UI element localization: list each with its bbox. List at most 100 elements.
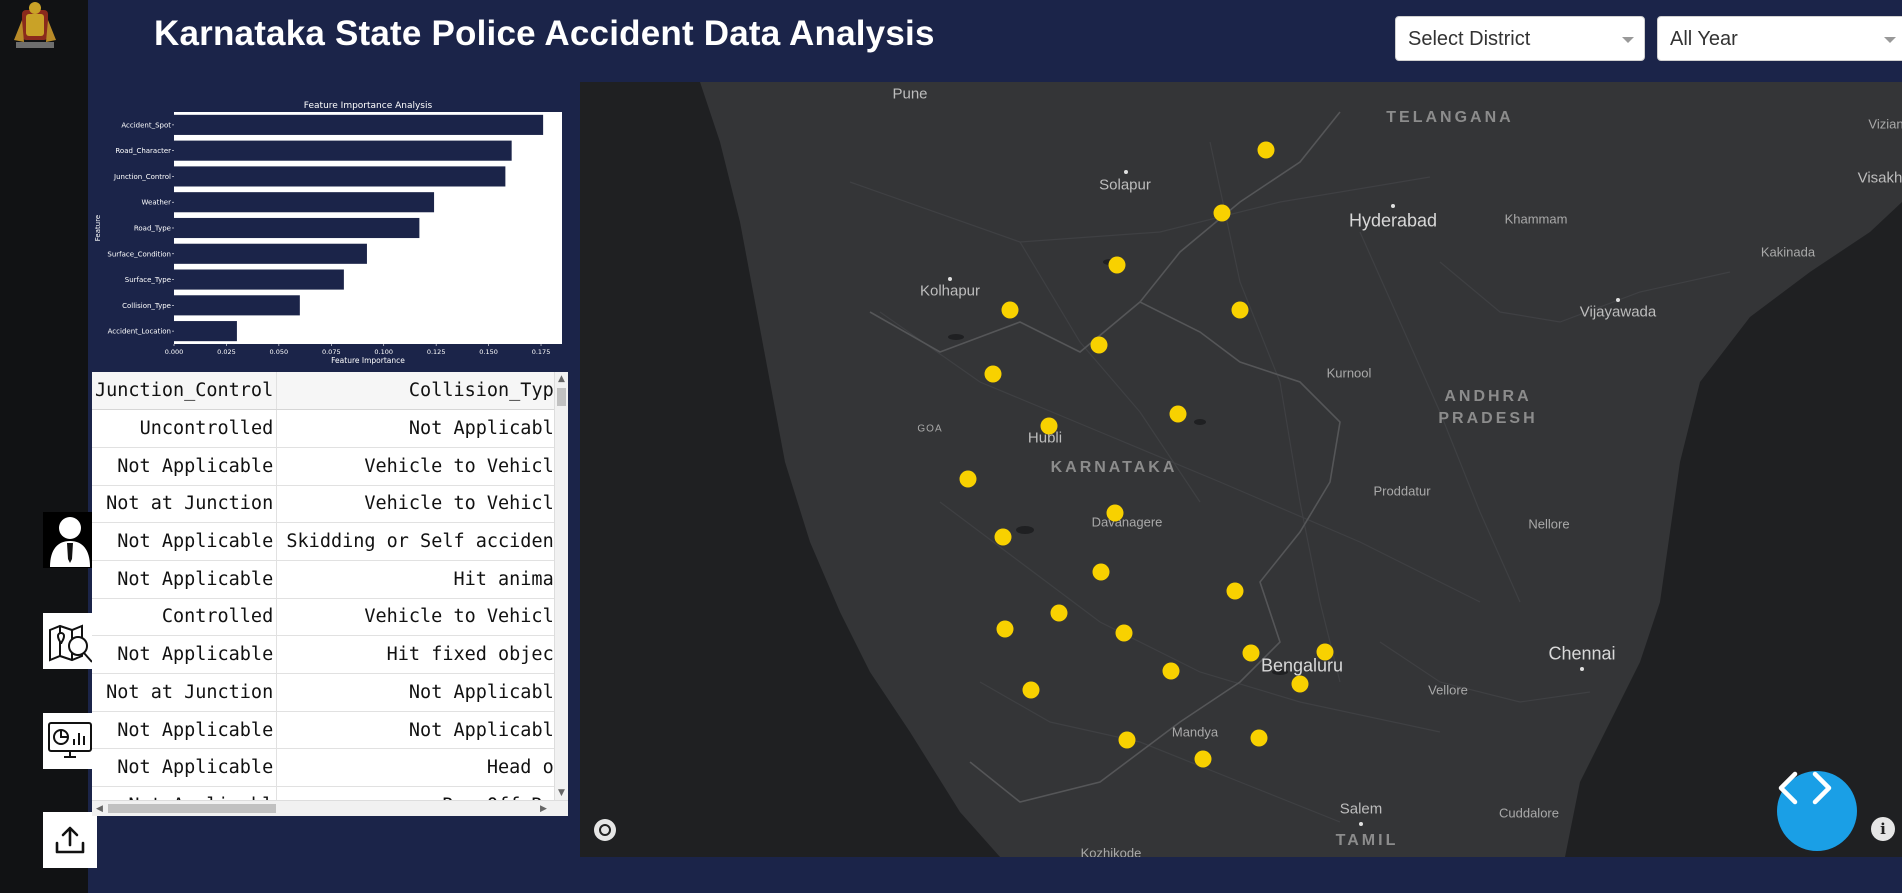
x-tick-label: 0.025: [217, 348, 236, 356]
map-label-telangana: TELANGANA: [1386, 109, 1514, 126]
scroll-up-icon[interactable]: ▲: [558, 374, 565, 384]
accident-marker[interactable]: [1040, 417, 1058, 435]
scroll-left-icon[interactable]: ◀: [96, 804, 103, 814]
cell-junction-control[interactable]: Not at Junction: [92, 673, 278, 712]
accident-marker[interactable]: [1162, 662, 1180, 680]
cell-junction-control[interactable]: Uncontrolled: [92, 409, 278, 448]
town-marker: [1616, 298, 1620, 302]
y-tick-label: Road_Type: [134, 225, 171, 233]
town-marker: [1359, 822, 1363, 826]
cell-collision-type[interactable]: Not Applicabl: [276, 409, 557, 448]
table-row[interactable]: Not at Junction Not Applicabl: [92, 673, 557, 712]
bar-road-character: [174, 140, 512, 161]
accident-marker[interactable]: [1257, 141, 1275, 159]
cell-junction-control[interactable]: Not Applicable: [92, 560, 278, 599]
bar-accident-spot: [174, 114, 544, 135]
upload-button[interactable]: [43, 812, 97, 868]
horizontal-scrollbar[interactable]: ◀ ▶: [92, 800, 568, 816]
map-label-salem: Salem: [1339, 800, 1383, 818]
accident-marker[interactable]: [1226, 582, 1244, 600]
scroll-down-icon[interactable]: ▼: [558, 788, 565, 798]
cell-junction-control[interactable]: Not Applicable: [92, 447, 278, 486]
chart-canvas: Feature Importance Analysis Feature Impo…: [94, 101, 562, 365]
accident-marker[interactable]: [1118, 731, 1136, 749]
x-tick-label: 0.125: [427, 348, 446, 356]
table-row[interactable]: Not Applicable Hit fixed objec: [92, 635, 557, 674]
accident-marker[interactable]: [1169, 405, 1187, 423]
info-icon[interactable]: i: [1871, 817, 1895, 841]
accident-marker[interactable]: [1001, 301, 1019, 319]
table-row[interactable]: Not Applicable Vehicle to Vehicl: [92, 447, 557, 486]
accident-map[interactable]: Pune TELANGANA Vizian Visakh Solapur Hyd…: [580, 82, 1902, 857]
column-header[interactable]: Junction_Control: [92, 372, 278, 411]
y-tick-label: Surface_Type: [125, 276, 171, 284]
cell-junction-control[interactable]: Controlled: [92, 598, 278, 637]
accident-marker[interactable]: [1090, 336, 1108, 354]
table-header-row: Junction_Control Collision_Typ: [92, 372, 557, 411]
year-select[interactable]: All Year: [1657, 16, 1902, 61]
table-row[interactable]: Not Applicable Not Applicabl: [92, 711, 557, 750]
map-label-pune: Pune: [892, 85, 928, 103]
cell-junction-control[interactable]: Not at Junction: [92, 485, 278, 524]
cell-collision-type[interactable]: Not Applicabl: [276, 673, 557, 712]
scroll-right-icon[interactable]: ▶: [540, 804, 547, 814]
bar-collision-type: [174, 295, 300, 316]
mapbox-logo-icon[interactable]: [594, 819, 616, 841]
y-tick-label: Collision_Type: [122, 302, 171, 310]
x-tick-label: 0.050: [270, 348, 289, 356]
accident-marker[interactable]: [959, 470, 977, 488]
cell-collision-type[interactable]: Vehicle to Vehicl: [276, 598, 557, 637]
accident-marker[interactable]: [994, 528, 1012, 546]
accident-marker[interactable]: [1108, 256, 1126, 274]
map-analysis-button[interactable]: [43, 613, 97, 669]
accident-marker[interactable]: [996, 620, 1014, 638]
horizontal-scroll-thumb[interactable]: [108, 804, 276, 813]
chevron-down-icon: [1884, 37, 1896, 43]
map-label-nellore: Nellore: [1528, 516, 1570, 532]
accident-marker[interactable]: [1106, 504, 1124, 522]
vertical-scroll-thumb[interactable]: [557, 388, 566, 406]
accident-marker[interactable]: [1115, 624, 1133, 642]
column-header[interactable]: Collision_Typ: [276, 372, 557, 411]
table-row[interactable]: Not Applicable Hit anima: [92, 560, 557, 599]
accident-marker[interactable]: [1291, 675, 1309, 693]
cell-collision-type[interactable]: Hit fixed objec: [276, 635, 557, 674]
accident-marker[interactable]: [1242, 644, 1260, 662]
accident-marker[interactable]: [1213, 204, 1231, 222]
table-row[interactable]: Uncontrolled Not Applicabl: [92, 409, 557, 448]
y-tick-label: Junction_Control: [113, 173, 171, 181]
accident-marker[interactable]: [1194, 750, 1212, 768]
dashboard-button[interactable]: [43, 713, 97, 769]
table-row[interactable]: Controlled Vehicle to Vehicl: [92, 598, 557, 637]
table-row[interactable]: Not at Junction Vehicle to Vehicl: [92, 485, 557, 524]
dashboard-monitor-icon: [46, 717, 94, 765]
y-tick-label: Accident_Spot: [121, 121, 171, 129]
table-row[interactable]: Not Applicable Head o: [92, 748, 557, 788]
cell-junction-control[interactable]: Not Applicable: [92, 635, 278, 674]
accident-marker[interactable]: [1092, 563, 1110, 581]
code-toggle-button[interactable]: [1777, 771, 1857, 851]
bar-weather: [174, 192, 435, 213]
cell-collision-type[interactable]: Vehicle to Vehicl: [276, 447, 557, 486]
vertical-scrollbar[interactable]: ▲ ▼: [554, 372, 568, 800]
district-select-value: Select District: [1408, 28, 1531, 50]
user-profile-button[interactable]: [43, 512, 97, 568]
accident-marker[interactable]: [984, 365, 1002, 383]
cell-collision-type[interactable]: Skidding or Self acciden: [276, 522, 557, 561]
cell-collision-type[interactable]: Not Applicabl: [276, 711, 557, 750]
accident-marker[interactable]: [1316, 643, 1334, 661]
y-tick-label: Surface_Condition: [107, 250, 171, 258]
cell-junction-control[interactable]: Not Applicable: [92, 748, 278, 788]
accident-marker[interactable]: [1050, 604, 1068, 622]
accident-marker[interactable]: [1022, 681, 1040, 699]
table-row[interactable]: Not Applicable Skidding or Self acciden: [92, 522, 557, 561]
cell-junction-control[interactable]: Not Applicable: [92, 711, 278, 750]
cell-collision-type[interactable]: Head o: [276, 748, 557, 788]
accident-marker[interactable]: [1231, 301, 1249, 319]
accident-marker[interactable]: [1250, 729, 1268, 747]
cell-collision-type[interactable]: Vehicle to Vehicl: [276, 485, 557, 524]
cell-junction-control[interactable]: Not Applicable: [92, 522, 278, 561]
district-select[interactable]: Select District: [1395, 16, 1645, 61]
cell-collision-type[interactable]: Hit anima: [276, 560, 557, 599]
accident-data-table[interactable]: Junction_Control Collision_Typ Uncontrol…: [92, 372, 568, 816]
